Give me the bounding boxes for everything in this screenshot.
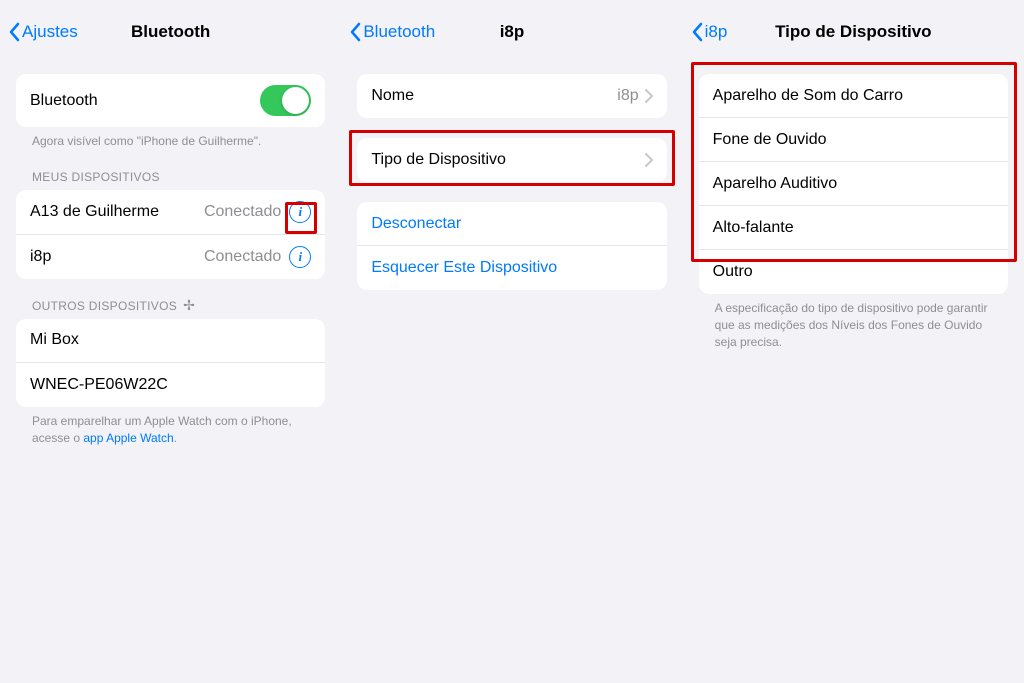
chevron-left-icon — [8, 22, 20, 42]
type-option-label: Aparelho de Som do Carro — [713, 87, 903, 105]
chevron-right-icon — [645, 153, 653, 167]
bluetooth-toggle-switch[interactable] — [260, 85, 311, 116]
device-status: Conectado — [204, 203, 281, 221]
type-option-label: Alto-falante — [713, 219, 794, 237]
page-title: Bluetooth — [131, 22, 210, 42]
header: Ajustes Bluetooth — [0, 10, 341, 54]
name-row[interactable]: Nome i8p — [357, 74, 666, 118]
info-icon[interactable]: i — [289, 201, 311, 223]
type-footer: A especificação do tipo de dispositivo p… — [699, 294, 1008, 350]
chevron-right-icon — [645, 89, 653, 103]
chevron-left-icon — [349, 22, 361, 42]
device-name-group: Nome i8p — [357, 74, 666, 118]
name-value: i8p — [617, 87, 638, 105]
bluetooth-toggle-group: Bluetooth — [16, 74, 325, 127]
back-button[interactable]: Bluetooth — [349, 22, 435, 42]
visibility-text: Agora visível como "iPhone de Guilherme"… — [16, 127, 325, 150]
forget-device-button[interactable]: Esquecer Este Dispositivo — [357, 246, 666, 290]
device-name: i8p — [30, 248, 51, 266]
back-button[interactable]: i8p — [691, 22, 728, 42]
info-icon[interactable]: i — [289, 246, 311, 268]
type-label: Tipo de Dispositivo — [371, 151, 506, 169]
footer-suffix: . — [174, 431, 177, 445]
type-option-row[interactable]: Aparelho de Som do Carro — [699, 74, 1008, 118]
device-row[interactable]: i8p Conectado i — [16, 235, 325, 279]
device-type-group: Tipo de Dispositivo — [357, 138, 666, 182]
forget-label: Esquecer Este Dispositivo — [371, 259, 557, 277]
other-devices-list: Mi Box WNEC-PE06W22C — [16, 319, 325, 407]
pairing-footer: Para emparelhar um Apple Watch com o iPh… — [16, 407, 325, 447]
page-title: Tipo de Dispositivo — [775, 22, 931, 42]
type-option-label: Fone de Ouvido — [713, 131, 827, 149]
panel-device-type: i8p Tipo de Dispositivo Aparelho de Som … — [683, 0, 1024, 683]
bluetooth-toggle-row[interactable]: Bluetooth — [16, 74, 325, 127]
spinner-icon — [183, 299, 197, 313]
header: Bluetooth i8p — [341, 10, 682, 54]
type-option-row[interactable]: Outro — [699, 250, 1008, 294]
chevron-left-icon — [691, 22, 703, 42]
disconnect-button[interactable]: Desconectar — [357, 202, 666, 246]
name-label: Nome — [371, 87, 414, 105]
type-row[interactable]: Tipo de Dispositivo — [357, 138, 666, 182]
header: i8p Tipo de Dispositivo — [683, 10, 1024, 54]
other-device-row[interactable]: WNEC-PE06W22C — [16, 363, 325, 407]
device-name: A13 de Guilherme — [30, 203, 159, 221]
device-actions-group: Desconectar Esquecer Este Dispositivo — [357, 202, 666, 290]
disconnect-label: Desconectar — [371, 215, 461, 233]
type-option-row[interactable]: Aparelho Auditivo — [699, 162, 1008, 206]
other-devices-header: OUTROS DISPOSITIVOS — [16, 299, 325, 319]
panel-bluetooth-settings: Ajustes Bluetooth Bluetooth Agora visíve… — [0, 0, 341, 683]
device-row[interactable]: A13 de Guilherme Conectado i — [16, 190, 325, 235]
type-option-row[interactable]: Fone de Ouvido — [699, 118, 1008, 162]
back-button[interactable]: Ajustes — [8, 22, 78, 42]
back-label: i8p — [705, 22, 728, 42]
back-label: Ajustes — [22, 22, 78, 42]
other-device-row[interactable]: Mi Box — [16, 319, 325, 363]
page-title: i8p — [500, 22, 525, 42]
bluetooth-toggle-label: Bluetooth — [30, 92, 98, 110]
panel-device-detail: Bluetooth i8p Nome i8p Tipo de Dispositi… — [341, 0, 682, 683]
back-label: Bluetooth — [363, 22, 435, 42]
apple-watch-link[interactable]: app Apple Watch — [83, 431, 173, 445]
my-devices-list: A13 de Guilherme Conectado i i8p Conecta… — [16, 190, 325, 279]
type-options-list: Aparelho de Som do Carro Fone de Ouvido … — [699, 74, 1008, 294]
type-option-label: Outro — [713, 263, 753, 281]
type-option-row[interactable]: Alto-falante — [699, 206, 1008, 250]
other-device-name: WNEC-PE06W22C — [30, 376, 168, 394]
other-devices-header-label: OUTROS DISPOSITIVOS — [32, 299, 177, 313]
other-device-name: Mi Box — [30, 331, 79, 349]
device-status: Conectado — [204, 248, 281, 266]
type-option-label: Aparelho Auditivo — [713, 175, 838, 193]
my-devices-header: MEUS DISPOSITIVOS — [16, 170, 325, 190]
